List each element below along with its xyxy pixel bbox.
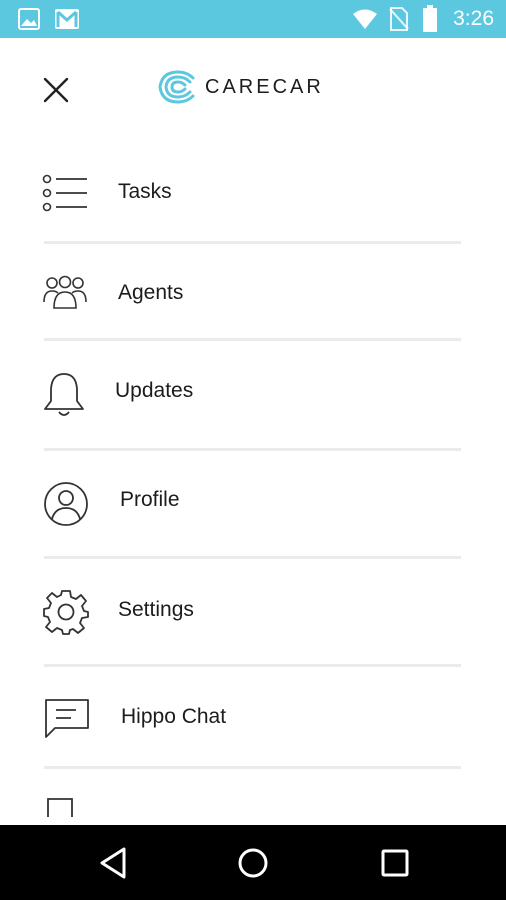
recents-icon[interactable] — [374, 845, 414, 881]
menu-item-partial[interactable] — [0, 769, 506, 825]
menu-item-agents[interactable]: Agents — [0, 244, 506, 340]
status-time: 3:26 — [453, 7, 494, 30]
no-sim-icon — [389, 7, 409, 31]
menu-item-label: Settings — [118, 598, 194, 621]
back-icon[interactable] — [94, 845, 134, 881]
wifi-icon — [353, 9, 377, 29]
carecar-logo: CARECAR — [157, 70, 357, 110]
chat-icon — [45, 699, 89, 738]
list-icon — [42, 174, 87, 212]
drawer-header: CARECAR — [0, 38, 506, 142]
battery-icon — [423, 5, 437, 32]
system-nav-bar — [0, 825, 506, 900]
menu-item-label: Tasks — [118, 180, 172, 203]
logo-mark-icon — [158, 70, 195, 104]
image-icon — [18, 8, 40, 30]
menu-item-hippo-chat[interactable]: Hippo Chat — [0, 667, 506, 766]
menu-item-settings[interactable]: Settings — [0, 559, 506, 664]
document-icon — [47, 798, 73, 817]
gear-icon — [43, 590, 89, 635]
gmail-icon — [55, 9, 79, 29]
menu-item-label: Agents — [118, 281, 184, 304]
menu-item-tasks[interactable]: Tasks — [0, 142, 506, 242]
menu-item-updates[interactable]: Updates — [0, 341, 506, 448]
agents-icon — [43, 275, 87, 309]
menu-item-label: Profile — [120, 488, 180, 511]
status-bar: 3:26 — [0, 0, 506, 38]
profile-icon — [44, 482, 88, 526]
close-icon[interactable] — [38, 72, 74, 108]
menu-item-label: Updates — [115, 379, 194, 402]
bell-icon — [44, 373, 84, 416]
home-icon[interactable] — [233, 845, 273, 881]
drawer-menu: Tasks Agents Updates Profile Settings Hi… — [0, 142, 506, 825]
menu-item-label: Hippo Chat — [121, 705, 227, 728]
menu-item-profile[interactable]: Profile — [0, 451, 506, 556]
logo-text: CARECAR — [205, 76, 324, 98]
